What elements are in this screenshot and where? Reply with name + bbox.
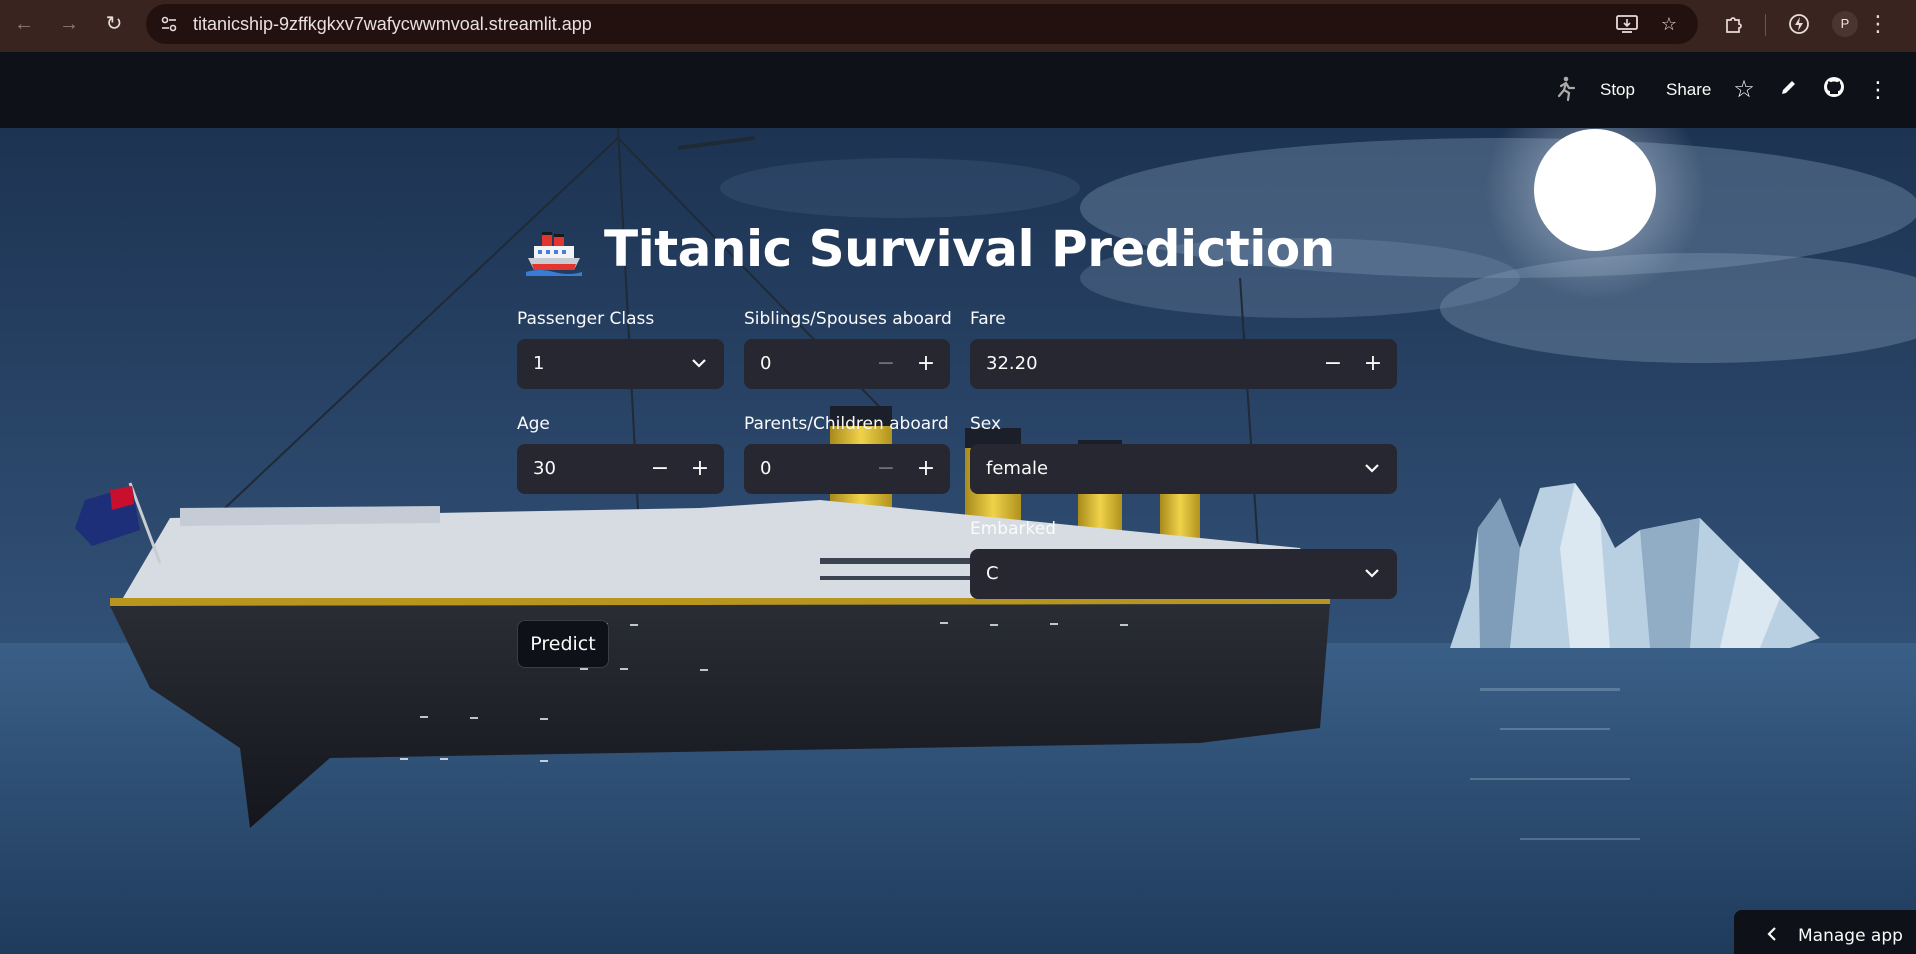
performance-icon[interactable] [1785,10,1813,38]
parents-increment-button[interactable]: + [906,444,946,494]
siblings-spouses-input[interactable]: 0 − + [744,339,950,389]
fare-decrement-button[interactable]: − [1313,339,1353,389]
chevron-down-icon [692,359,706,368]
chevron-down-icon [1365,464,1379,473]
share-button[interactable]: Share [1666,80,1711,100]
site-settings-icon[interactable] [160,15,178,33]
ship-emoji-icon [526,232,582,276]
chevron-left-icon [1767,927,1776,941]
manage-app-button[interactable]: Manage app [1734,910,1916,954]
sex-select[interactable]: female [970,444,1397,494]
embarked-value: C [986,563,999,584]
forward-icon[interactable]: → [55,10,83,38]
app-header: Stop Share ☆ ⋮ [0,52,1916,128]
github-icon[interactable] [1820,76,1848,104]
profile-avatar[interactable]: P [1832,11,1858,37]
reload-icon[interactable]: ↻ [100,10,128,38]
age-decrement-button[interactable]: − [640,444,680,494]
favorite-star-icon[interactable]: ☆ [1730,76,1758,104]
embarked-label: Embarked [970,519,1056,539]
url-text: titanicship-9zffkgkxv7wafycwwmvoal.strea… [193,14,592,34]
fare-label: Fare [970,309,1006,329]
browser-menu-icon[interactable]: ⋮ [1864,10,1892,38]
install-app-icon[interactable] [1613,10,1641,38]
predict-button[interactable]: Predict [517,620,609,668]
siblings-increment-button[interactable]: + [906,339,946,389]
siblings-decrement-button[interactable]: − [866,339,906,389]
passenger-class-value: 1 [533,353,545,374]
bookmark-star-icon[interactable]: ☆ [1655,10,1683,38]
siblings-spouses-value: 0 [760,353,772,374]
age-increment-button[interactable]: + [680,444,720,494]
fare-input[interactable]: 32.20 − + [970,339,1397,389]
parents-children-label: Parents/Children aboard [744,414,949,434]
browser-toolbar: ← → ↻ titanicship-9zffkgkxv7wafycwwmvoal… [0,0,1916,52]
chevron-down-icon [1365,569,1379,578]
stop-button[interactable]: Stop [1600,80,1635,100]
siblings-spouses-label: Siblings/Spouses aboard [744,309,952,329]
fare-value: 32.20 [986,353,1038,374]
parents-decrement-button[interactable]: − [866,444,906,494]
back-icon[interactable]: ← [10,10,38,38]
passenger-class-select[interactable]: 1 [517,339,724,389]
embarked-select[interactable]: C [970,549,1397,599]
age-input[interactable]: 30 − + [517,444,724,494]
parents-children-value: 0 [760,458,772,479]
edit-pencil-icon[interactable] [1775,76,1803,104]
passenger-class-label: Passenger Class [517,309,655,329]
manage-app-label: Manage app [1798,926,1903,946]
sex-value: female [986,458,1049,479]
age-label: Age [517,414,550,434]
age-value: 30 [533,458,556,479]
parents-children-input[interactable]: 0 − + [744,444,950,494]
running-man-icon [1551,76,1579,104]
address-bar[interactable]: titanicship-9zffkgkxv7wafycwwmvoal.strea… [146,4,1698,44]
sex-label: Sex [970,414,1002,434]
extensions-icon[interactable] [1720,10,1748,38]
toolbar-divider [1765,14,1766,36]
page-title-text: Titanic Survival Prediction [604,220,1335,278]
fare-increment-button[interactable]: + [1353,339,1393,389]
app-menu-icon[interactable]: ⋮ [1864,76,1892,104]
